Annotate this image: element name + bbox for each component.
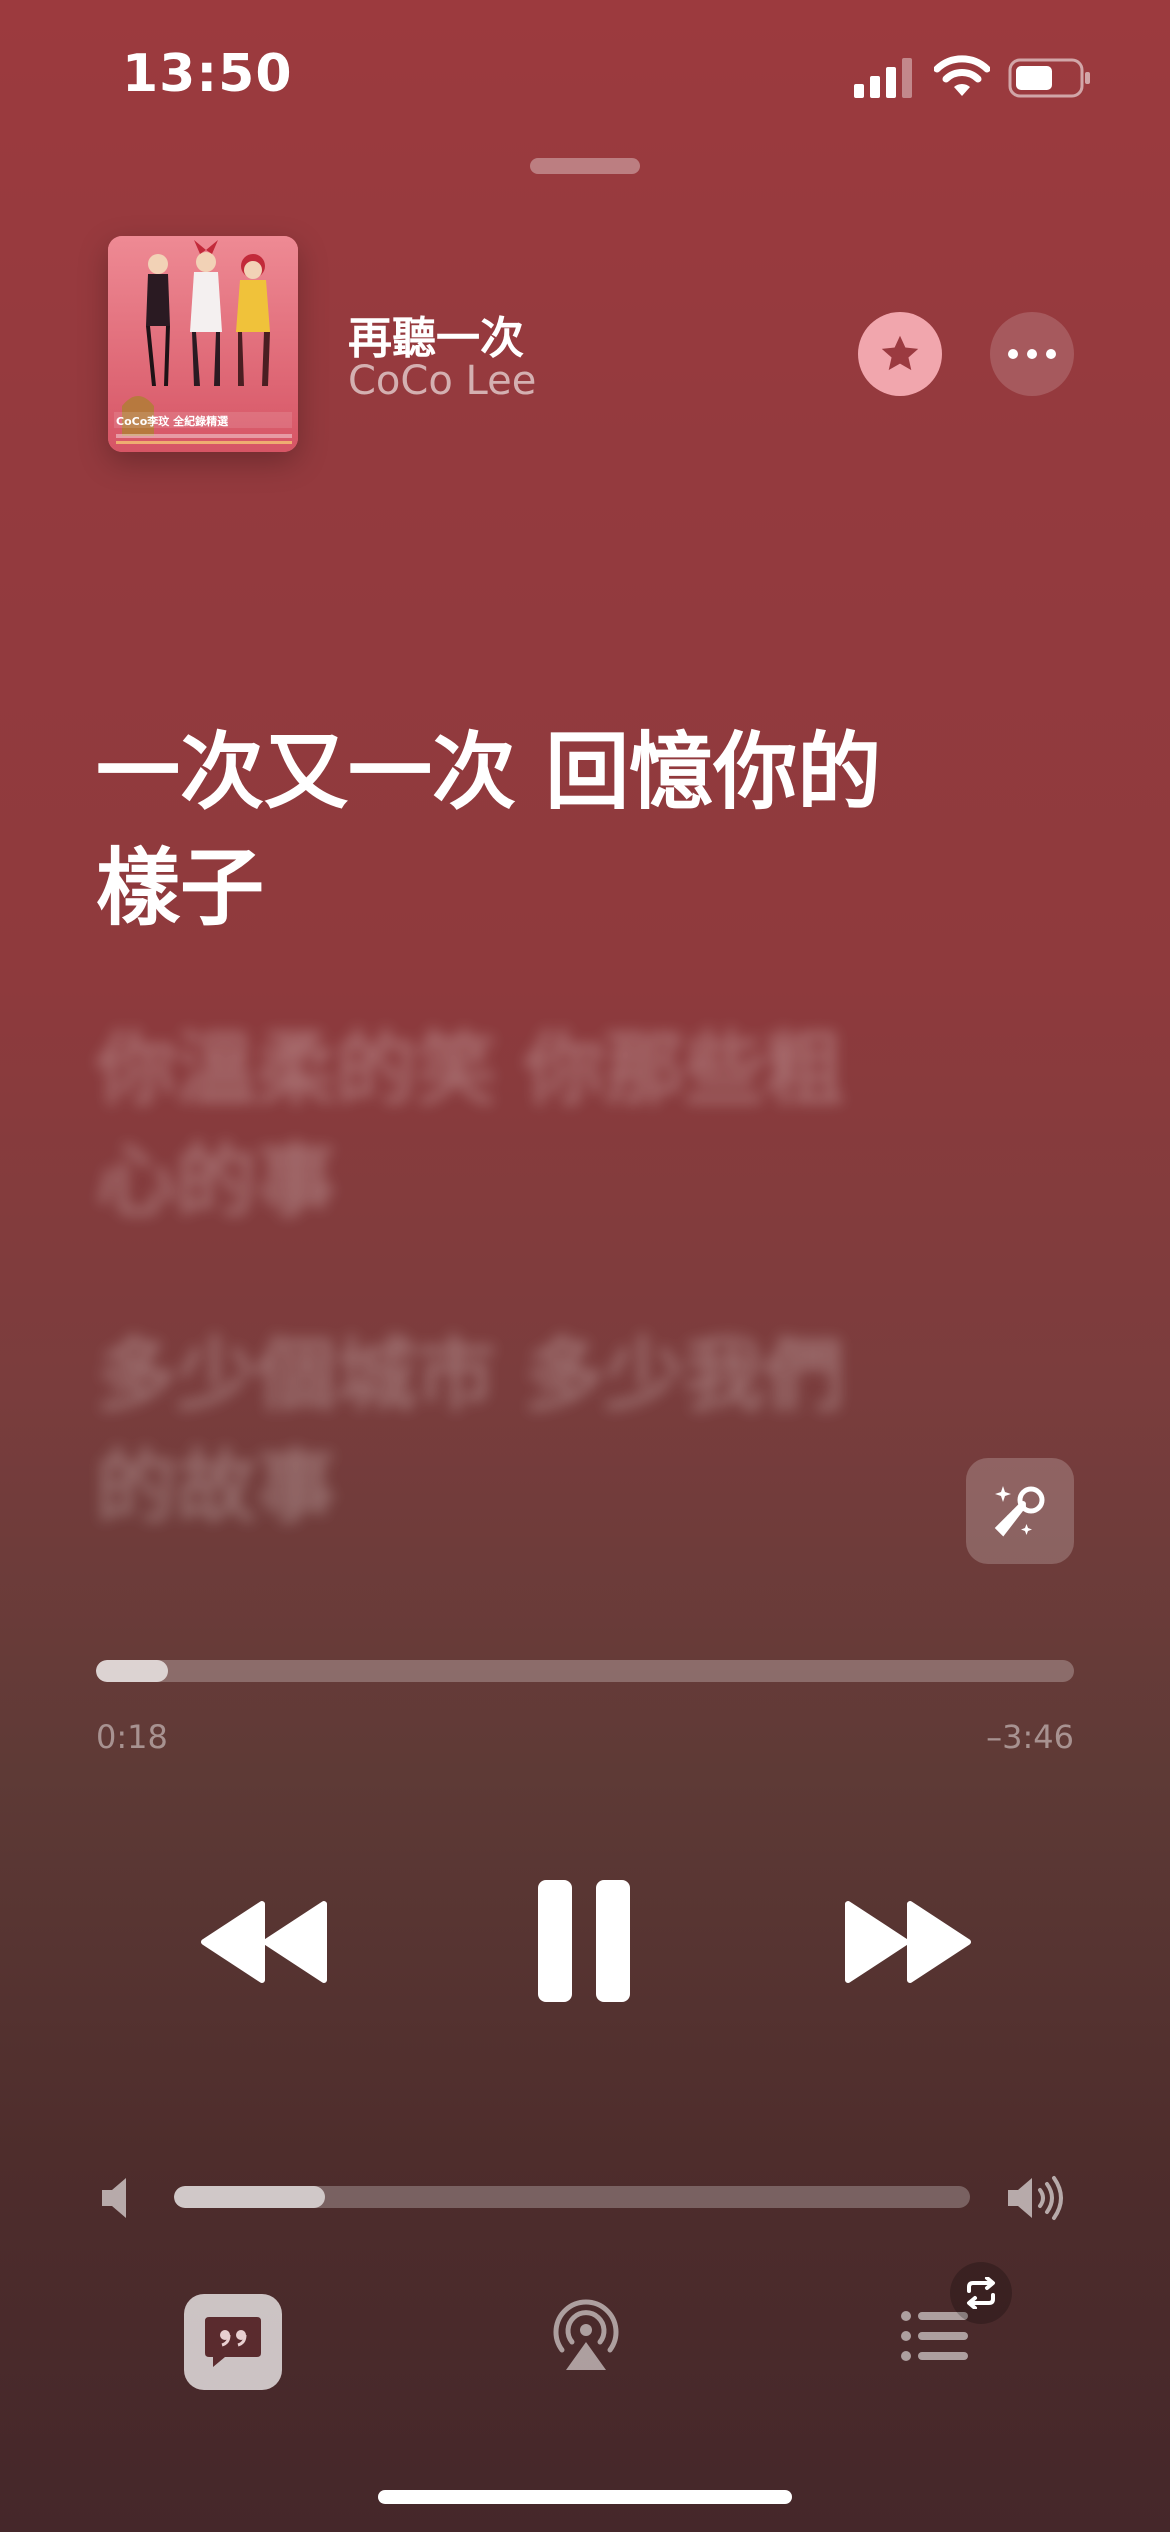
volume-low-icon: [102, 2178, 126, 2218]
song-title: 再聽一次: [348, 313, 524, 364]
volume-slider[interactable]: [174, 2186, 970, 2208]
star-icon: [881, 335, 919, 371]
lyric-line-next[interactable]: 多少個城市 多少我們的故事: [96, 1320, 916, 1544]
volume-high-icon: [1008, 2176, 1063, 2220]
home-indicator[interactable]: [378, 2490, 792, 2504]
rewind-button[interactable]: [200, 1898, 330, 1986]
playback-progress-bar[interactable]: [96, 1660, 1074, 1682]
lyric-line-current[interactable]: 一次又一次 回憶你的樣子: [96, 714, 916, 946]
sheet-grabber[interactable]: [530, 158, 640, 174]
album-artwork[interactable]: CoCo李玟 全紀錄精選: [108, 236, 298, 452]
sing-icon: [994, 1486, 1045, 1537]
lyric-line-next[interactable]: 你溫柔的笑 你那些粗心的事: [96, 1014, 916, 1238]
more-button[interactable]: [990, 312, 1074, 396]
queue-icon: [901, 2311, 968, 2361]
pause-button[interactable]: [536, 1878, 632, 2004]
lyrics-icon: [205, 2317, 261, 2367]
lyrics-button[interactable]: [184, 2294, 282, 2390]
rewind-icon: [201, 1901, 327, 1983]
playback-progress-fill: [96, 1660, 169, 1682]
forward-button[interactable]: [842, 1898, 972, 1986]
elapsed-time: 0:18: [96, 1718, 168, 1756]
favorite-button[interactable]: [858, 312, 942, 396]
album-art-text: CoCo李玟 全紀錄精選: [116, 414, 228, 428]
remaining-time: –3:46: [986, 1718, 1074, 1756]
forward-icon: [845, 1901, 971, 1983]
more-icon: [1008, 349, 1056, 359]
airplay-icon: [553, 2299, 619, 2370]
battery-icon: [1008, 58, 1090, 98]
cellular-signal-icon: [854, 58, 912, 98]
sing-button[interactable]: [966, 1458, 1074, 1564]
airplay-button[interactable]: [548, 2298, 624, 2374]
wifi-icon: [934, 55, 990, 96]
repeat-icon: [967, 2277, 995, 2309]
volume-slider-fill: [174, 2186, 326, 2208]
repeat-badge[interactable]: [950, 2262, 1012, 2324]
song-artist[interactable]: CoCo Lee: [348, 358, 536, 404]
status-time: 13:50: [122, 44, 293, 104]
pause-icon: [538, 1880, 630, 2002]
